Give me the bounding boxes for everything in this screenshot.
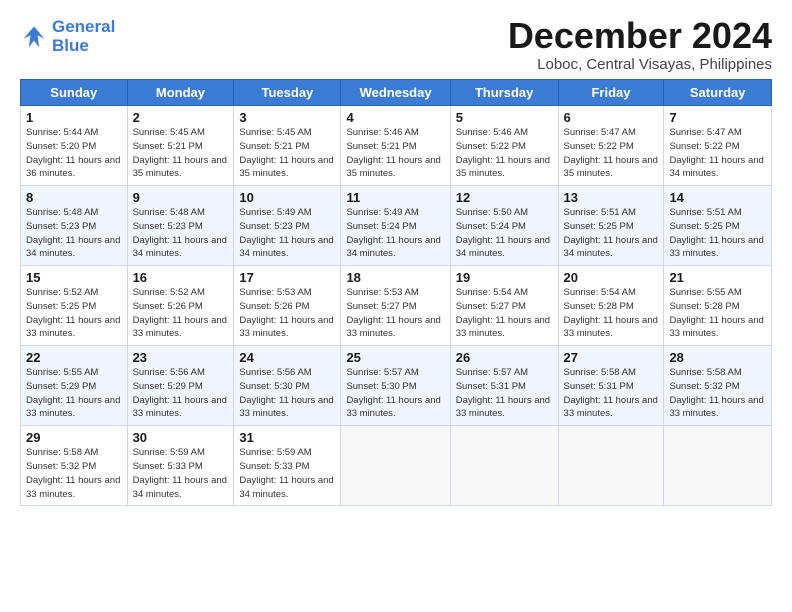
- col-sunday: Sunday: [21, 80, 128, 106]
- table-row: 29 Sunrise: 5:58 AMSunset: 5:32 PMDaylig…: [21, 426, 128, 506]
- table-row: 7 Sunrise: 5:47 AMSunset: 5:22 PMDayligh…: [664, 106, 772, 186]
- table-row: 17 Sunrise: 5:53 AMSunset: 5:26 PMDaylig…: [234, 266, 341, 346]
- table-row: 19 Sunrise: 5:54 AMSunset: 5:27 PMDaylig…: [450, 266, 558, 346]
- table-row: 24 Sunrise: 5:56 AMSunset: 5:30 PMDaylig…: [234, 346, 341, 426]
- table-row: 12 Sunrise: 5:50 AMSunset: 5:24 PMDaylig…: [450, 186, 558, 266]
- col-friday: Friday: [558, 80, 664, 106]
- table-row: 4 Sunrise: 5:46 AMSunset: 5:21 PMDayligh…: [341, 106, 450, 186]
- table-row: 11 Sunrise: 5:49 AMSunset: 5:24 PMDaylig…: [341, 186, 450, 266]
- table-row: 9 Sunrise: 5:48 AMSunset: 5:23 PMDayligh…: [127, 186, 234, 266]
- table-row: 30 Sunrise: 5:59 AMSunset: 5:33 PMDaylig…: [127, 426, 234, 506]
- main-title: December 2024: [508, 18, 772, 54]
- table-row: [664, 426, 772, 506]
- subtitle: Loboc, Central Visayas, Philippines: [508, 56, 772, 73]
- logo: General Blue: [20, 18, 115, 55]
- col-thursday: Thursday: [450, 80, 558, 106]
- table-row: 5 Sunrise: 5:46 AMSunset: 5:22 PMDayligh…: [450, 106, 558, 186]
- table-row: 1 Sunrise: 5:44 AMSunset: 5:20 PMDayligh…: [21, 106, 128, 186]
- calendar-week-row: 22 Sunrise: 5:55 AMSunset: 5:29 PMDaylig…: [21, 346, 772, 426]
- table-row: 8 Sunrise: 5:48 AMSunset: 5:23 PMDayligh…: [21, 186, 128, 266]
- table-row: 2 Sunrise: 5:45 AMSunset: 5:21 PMDayligh…: [127, 106, 234, 186]
- table-row: 21 Sunrise: 5:55 AMSunset: 5:28 PMDaylig…: [664, 266, 772, 346]
- table-row: 16 Sunrise: 5:52 AMSunset: 5:26 PMDaylig…: [127, 266, 234, 346]
- table-row: 3 Sunrise: 5:45 AMSunset: 5:21 PMDayligh…: [234, 106, 341, 186]
- calendar-week-row: 1 Sunrise: 5:44 AMSunset: 5:20 PMDayligh…: [21, 106, 772, 186]
- calendar-week-row: 15 Sunrise: 5:52 AMSunset: 5:25 PMDaylig…: [21, 266, 772, 346]
- table-row: 23 Sunrise: 5:56 AMSunset: 5:29 PMDaylig…: [127, 346, 234, 426]
- page: General Blue December 2024 Loboc, Centra…: [0, 0, 792, 516]
- table-row: [450, 426, 558, 506]
- table-row: 31 Sunrise: 5:59 AMSunset: 5:33 PMDaylig…: [234, 426, 341, 506]
- table-row: [341, 426, 450, 506]
- col-monday: Monday: [127, 80, 234, 106]
- calendar-table: Sunday Monday Tuesday Wednesday Thursday…: [20, 79, 772, 506]
- table-row: 27 Sunrise: 5:58 AMSunset: 5:31 PMDaylig…: [558, 346, 664, 426]
- col-saturday: Saturday: [664, 80, 772, 106]
- table-row: 14 Sunrise: 5:51 AMSunset: 5:25 PMDaylig…: [664, 186, 772, 266]
- table-row: 10 Sunrise: 5:49 AMSunset: 5:23 PMDaylig…: [234, 186, 341, 266]
- logo-icon: [20, 23, 48, 51]
- table-row: 26 Sunrise: 5:57 AMSunset: 5:31 PMDaylig…: [450, 346, 558, 426]
- table-row: 28 Sunrise: 5:58 AMSunset: 5:32 PMDaylig…: [664, 346, 772, 426]
- table-row: 22 Sunrise: 5:55 AMSunset: 5:29 PMDaylig…: [21, 346, 128, 426]
- table-row: 25 Sunrise: 5:57 AMSunset: 5:30 PMDaylig…: [341, 346, 450, 426]
- col-tuesday: Tuesday: [234, 80, 341, 106]
- calendar-week-row: 8 Sunrise: 5:48 AMSunset: 5:23 PMDayligh…: [21, 186, 772, 266]
- table-row: 15 Sunrise: 5:52 AMSunset: 5:25 PMDaylig…: [21, 266, 128, 346]
- title-block: December 2024 Loboc, Central Visayas, Ph…: [508, 18, 772, 73]
- header-row: Sunday Monday Tuesday Wednesday Thursday…: [21, 80, 772, 106]
- table-row: 18 Sunrise: 5:53 AMSunset: 5:27 PMDaylig…: [341, 266, 450, 346]
- table-row: 20 Sunrise: 5:54 AMSunset: 5:28 PMDaylig…: [558, 266, 664, 346]
- calendar-week-row: 29 Sunrise: 5:58 AMSunset: 5:32 PMDaylig…: [21, 426, 772, 506]
- table-row: 13 Sunrise: 5:51 AMSunset: 5:25 PMDaylig…: [558, 186, 664, 266]
- header: General Blue December 2024 Loboc, Centra…: [20, 18, 772, 73]
- logo-text: General Blue: [52, 18, 115, 55]
- table-row: [558, 426, 664, 506]
- col-wednesday: Wednesday: [341, 80, 450, 106]
- table-row: 6 Sunrise: 5:47 AMSunset: 5:22 PMDayligh…: [558, 106, 664, 186]
